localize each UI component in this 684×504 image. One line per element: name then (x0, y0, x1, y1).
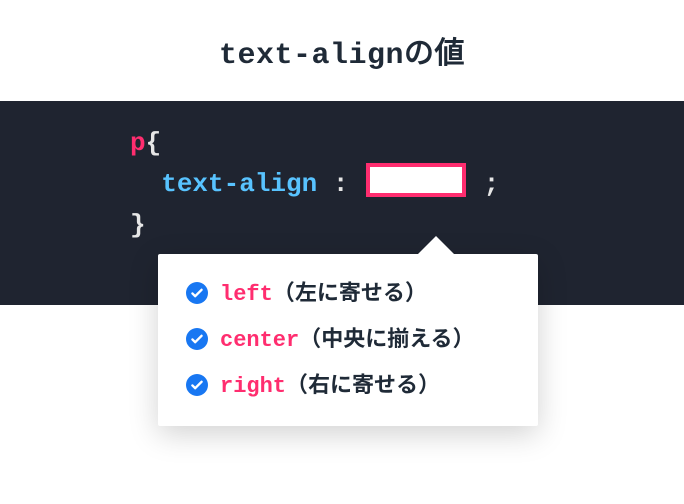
values-tooltip: left（左に寄せる） center（中央に揃える） right（右に寄せる） (158, 254, 538, 426)
code-line-2: text-align : ; (130, 163, 684, 204)
page-title: text-alignの値 (0, 0, 684, 73)
check-circle-icon (186, 328, 208, 350)
code-property: text-align (161, 169, 317, 199)
brace-close: } (130, 210, 146, 240)
value-placeholder-box (366, 163, 466, 197)
option-value: right (220, 374, 286, 399)
option-right: right（右に寄せる） (186, 372, 510, 398)
option-center: center（中央に揃える） (186, 326, 510, 352)
code-colon: : (317, 169, 364, 199)
check-circle-icon (186, 282, 208, 304)
code-line-3: } (130, 205, 684, 245)
brace-open: { (146, 128, 162, 158)
option-value: center (220, 328, 299, 353)
code-selector: p (130, 128, 146, 158)
code-indent (130, 169, 161, 199)
check-circle-icon (186, 374, 208, 396)
code-semicolon: ; (468, 169, 499, 199)
code-line-1: p{ (130, 123, 684, 163)
option-desc: （左に寄せる） (273, 275, 427, 307)
option-value: left (220, 282, 273, 307)
option-desc: （中央に揃える） (299, 321, 474, 353)
option-desc: （右に寄せる） (286, 367, 440, 399)
option-left: left（左に寄せる） (186, 280, 510, 306)
